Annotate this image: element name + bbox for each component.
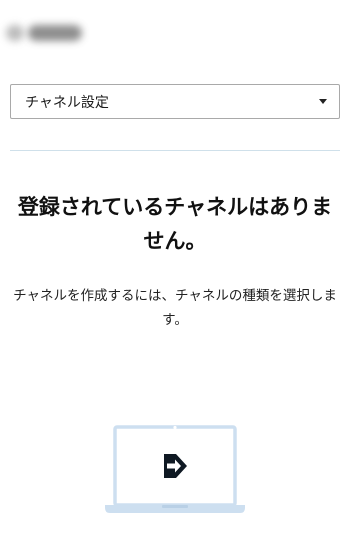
- chevron-down-icon: [319, 99, 327, 104]
- empty-state-title: 登録されているチャネルはありません。: [17, 195, 333, 253]
- channel-settings-select[interactable]: チャネル設定: [10, 84, 340, 119]
- brand-logo-text: [28, 25, 82, 41]
- brand-logo: [6, 20, 88, 46]
- divider: [10, 150, 340, 151]
- channel-settings-select-value: チャネル設定: [25, 94, 109, 111]
- empty-state-description: チャネルを作成するには、チャネルの種類を選択します。: [13, 288, 337, 328]
- laptop-arrow-icon: [104, 424, 246, 516]
- brand-logo-mark: [6, 25, 24, 41]
